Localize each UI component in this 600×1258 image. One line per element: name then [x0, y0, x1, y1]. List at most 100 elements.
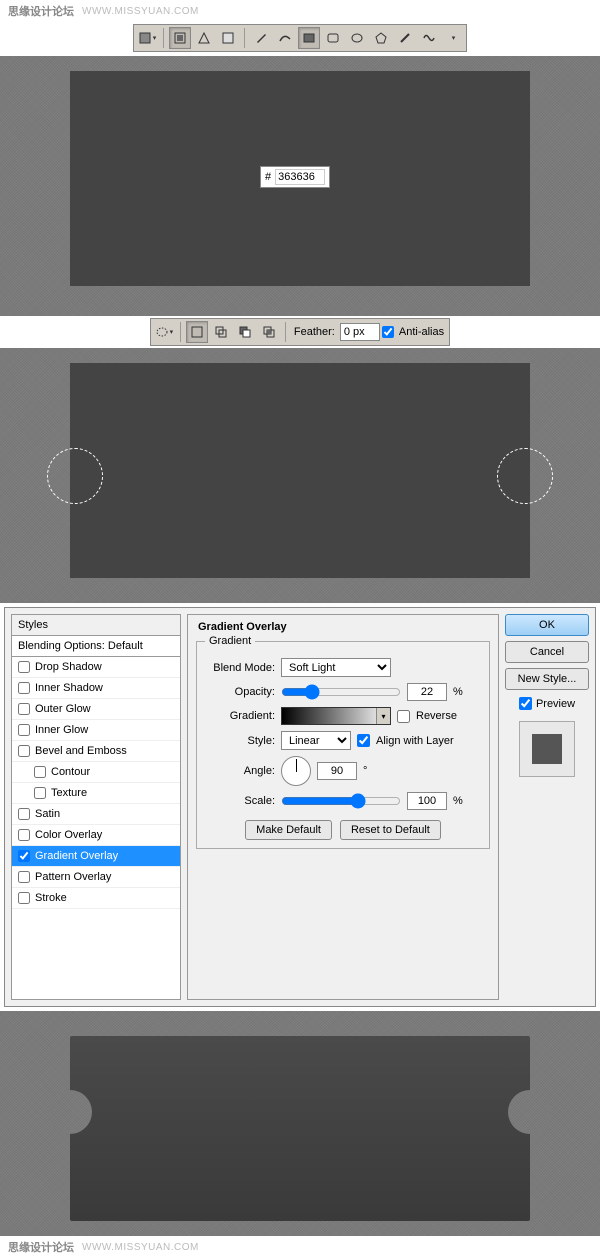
reverse-label: Reverse [416, 710, 457, 722]
style-checkbox[interactable] [18, 871, 30, 883]
rectangle-tool-icon[interactable] [298, 27, 320, 49]
ellipse-marquee-icon[interactable]: ▾ [153, 321, 175, 343]
color-readout: # [260, 166, 330, 188]
layer-style-dialog: Styles Blending Options: Default Drop Sh… [4, 607, 596, 1007]
watermark-top: 思缘设计论坛 WWW.MISSYUAN.COM [0, 0, 600, 22]
opacity-label: Opacity: [205, 686, 275, 698]
style-item-inner-shadow[interactable]: Inner Shadow [12, 678, 180, 699]
shape-layers-mode-button[interactable] [169, 27, 191, 49]
opacity-input[interactable] [407, 683, 447, 701]
style-item-texture[interactable]: Texture [12, 783, 180, 804]
canvas-panel-2 [0, 348, 600, 603]
new-selection-button[interactable] [186, 321, 208, 343]
marquee-toolbar: ▾ Feather: Anti-alias [150, 318, 450, 346]
style-checkbox[interactable] [18, 892, 30, 904]
dark-canvas [70, 363, 530, 578]
paths-mode-button[interactable] [193, 27, 215, 49]
polygon-tool-icon[interactable] [370, 27, 392, 49]
cancel-button[interactable]: Cancel [505, 641, 589, 663]
marquee-selection-left [47, 448, 103, 504]
style-checkbox[interactable] [34, 766, 46, 778]
custom-shape-tool-icon[interactable] [418, 27, 440, 49]
feather-input[interactable] [340, 323, 380, 341]
style-checkbox[interactable] [18, 745, 30, 757]
subtract-selection-button[interactable] [234, 321, 256, 343]
make-default-button[interactable]: Make Default [245, 820, 332, 840]
style-checkbox[interactable] [18, 682, 30, 694]
dark-canvas: # [70, 71, 530, 286]
style-item-gradient-overlay[interactable]: Gradient Overlay [12, 846, 180, 867]
pen-tool-icon[interactable] [250, 27, 272, 49]
styles-header[interactable]: Styles [12, 615, 180, 636]
watermark-bottom: 思缘设计论坛 WWW.MISSYUAN.COM [0, 1236, 600, 1258]
style-checkbox[interactable] [18, 724, 30, 736]
preview-swatch [519, 721, 575, 777]
blend-mode-label: Blend Mode: [205, 662, 275, 674]
blending-options-row[interactable]: Blending Options: Default [12, 636, 180, 657]
line-tool-icon[interactable] [394, 27, 416, 49]
style-item-satin[interactable]: Satin [12, 804, 180, 825]
dropdown-icon: ▾ [153, 34, 157, 42]
reverse-checkbox[interactable] [397, 710, 410, 723]
blend-mode-select[interactable]: Soft Light [281, 658, 391, 677]
styles-list-panel: Styles Blending Options: Default Drop Sh… [11, 614, 181, 1000]
new-style-button[interactable]: New Style... [505, 668, 589, 690]
add-selection-button[interactable] [210, 321, 232, 343]
style-checkbox[interactable] [18, 829, 30, 841]
style-checkbox[interactable] [18, 703, 30, 715]
ok-button[interactable]: OK [505, 614, 589, 636]
style-item-label: Outer Glow [35, 703, 91, 715]
hex-input[interactable] [275, 169, 325, 185]
settings-panel: Gradient Overlay Gradient Blend Mode: So… [187, 614, 499, 1000]
style-item-pattern-overlay[interactable]: Pattern Overlay [12, 867, 180, 888]
style-item-inner-glow[interactable]: Inner Glow [12, 720, 180, 741]
shape-toolbar: ▾ ▾ [133, 24, 467, 52]
style-item-label: Bevel and Emboss [35, 745, 127, 757]
align-checkbox[interactable] [357, 734, 370, 747]
hash-label: # [265, 171, 271, 183]
style-item-color-overlay[interactable]: Color Overlay [12, 825, 180, 846]
gradient-swatch[interactable]: ▾ [281, 707, 391, 725]
scale-label: Scale: [205, 795, 275, 807]
freeform-pen-icon[interactable] [274, 27, 296, 49]
watermark-url: WWW.MISSYUAN.COM [82, 1242, 199, 1253]
degree-label: ° [363, 765, 367, 777]
ticket-shape [70, 1036, 530, 1221]
antialias-checkbox[interactable] [382, 326, 394, 338]
style-item-bevel-and-emboss[interactable]: Bevel and Emboss [12, 741, 180, 762]
reset-default-button[interactable]: Reset to Default [340, 820, 441, 840]
opacity-slider[interactable] [281, 684, 401, 700]
gradient-fieldset: Gradient Blend Mode: Soft Light Opacity:… [196, 641, 490, 849]
style-item-label: Inner Shadow [35, 682, 103, 694]
preview-checkbox[interactable] [519, 697, 532, 710]
style-checkbox[interactable] [18, 850, 30, 862]
antialias-label: Anti-alias [396, 326, 447, 338]
style-checkbox[interactable] [34, 787, 46, 799]
dialog-actions: OK Cancel New Style... Preview [505, 614, 589, 1000]
style-item-label: Pattern Overlay [35, 871, 111, 883]
angle-input[interactable] [317, 762, 357, 780]
foreground-color-picker[interactable]: ▾ [136, 27, 158, 49]
style-item-label: Inner Glow [35, 724, 88, 736]
style-item-outer-glow[interactable]: Outer Glow [12, 699, 180, 720]
watermark-cn: 思缘设计论坛 [8, 1239, 74, 1255]
intersect-selection-button[interactable] [258, 321, 280, 343]
style-checkbox[interactable] [18, 808, 30, 820]
fill-pixels-mode-button[interactable] [217, 27, 239, 49]
angle-label: Angle: [205, 765, 275, 777]
shape-options-dropdown[interactable]: ▾ [442, 27, 464, 49]
rounded-rectangle-tool-icon[interactable] [322, 27, 344, 49]
style-item-stroke[interactable]: Stroke [12, 888, 180, 909]
angle-dial[interactable] [281, 756, 311, 786]
scale-input[interactable] [407, 792, 447, 810]
align-label: Align with Layer [376, 735, 454, 747]
style-checkbox[interactable] [18, 661, 30, 673]
toolbar-separator [180, 322, 181, 342]
ellipse-tool-icon[interactable] [346, 27, 368, 49]
scale-slider[interactable] [281, 793, 401, 809]
style-item-drop-shadow[interactable]: Drop Shadow [12, 657, 180, 678]
marquee-selection-right [497, 448, 553, 504]
style-item-contour[interactable]: Contour [12, 762, 180, 783]
gradient-label: Gradient: [205, 710, 275, 722]
style-select[interactable]: Linear [281, 731, 351, 750]
